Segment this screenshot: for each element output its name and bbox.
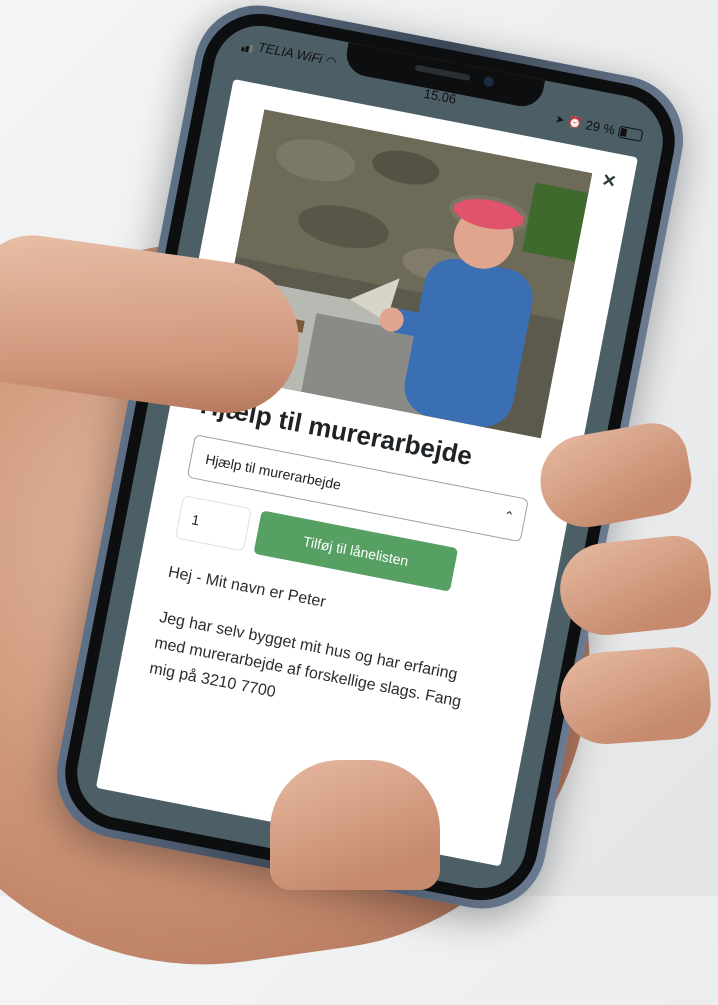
close-icon[interactable]: × bbox=[595, 166, 623, 194]
front-camera bbox=[482, 75, 495, 88]
select-arrow-icon: ⌃ bbox=[502, 507, 516, 525]
battery-icon bbox=[617, 125, 644, 142]
status-left: TELIA WiFi ◠ bbox=[241, 36, 338, 69]
location-icon: ➤ bbox=[554, 113, 566, 127]
speaker bbox=[414, 64, 471, 82]
alarm-icon: ⏰ bbox=[567, 115, 583, 131]
finger bbox=[270, 760, 440, 890]
description-text: Jeg har selv bygget mit hus og har erfar… bbox=[148, 608, 463, 711]
status-right: ➤ ⏰ 29 % bbox=[554, 111, 644, 143]
signal-icon bbox=[241, 36, 256, 54]
finger bbox=[556, 644, 714, 748]
battery-percent: 29 % bbox=[584, 117, 617, 138]
wifi-icon: ◠ bbox=[324, 52, 338, 69]
quantity-input[interactable] bbox=[174, 495, 253, 552]
greeting-text: Hej - Mit navn er Peter bbox=[166, 563, 328, 612]
carrier-label: TELIA WiFi bbox=[256, 39, 324, 67]
variant-select-value: Hjælp til murerarbejde bbox=[204, 450, 343, 493]
